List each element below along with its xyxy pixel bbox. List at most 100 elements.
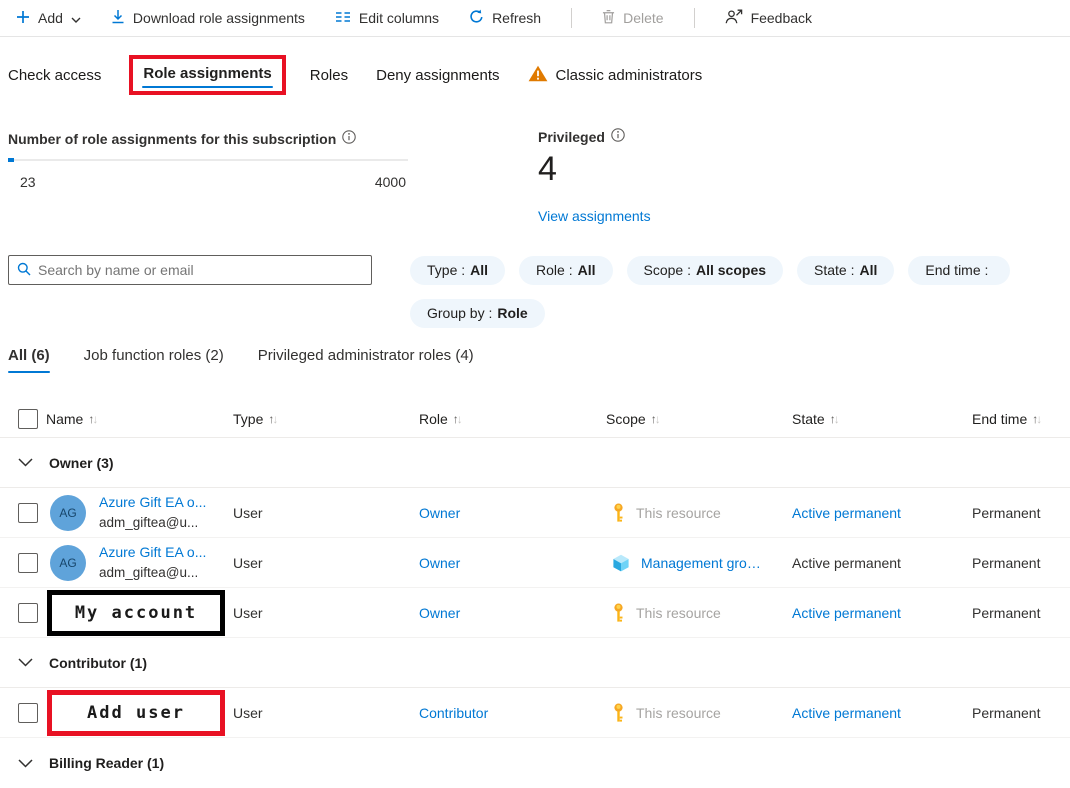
- quota-current: 23: [20, 174, 36, 190]
- toolbar-divider: [694, 8, 695, 28]
- table-row[interactable]: AG Azure Gift EA o... adm_giftea@u... Us…: [0, 488, 1070, 538]
- end-time-cell: Permanent: [972, 605, 1070, 621]
- plus-icon: [16, 10, 30, 27]
- redacted-name-my-account[interactable]: My account: [47, 590, 225, 636]
- role-link[interactable]: Owner: [419, 605, 460, 621]
- search-icon: [17, 262, 31, 279]
- assignment-email: adm_giftea@u...: [99, 513, 206, 533]
- scope-label: This resource: [636, 505, 721, 521]
- assignment-name-link[interactable]: Azure Gift EA o...: [99, 492, 206, 513]
- feedback-icon: [725, 9, 743, 27]
- feedback-button[interactable]: Feedback: [725, 9, 812, 27]
- view-tab-job-function-roles[interactable]: Job function roles (2): [84, 347, 224, 373]
- search-field-wrapper: [8, 255, 372, 285]
- view-tab-privileged-admin-roles[interactable]: Privileged administrator roles (4): [258, 347, 474, 373]
- chevron-down-icon: [18, 759, 33, 768]
- key-icon: [612, 703, 625, 723]
- role-assignments-table: Name↑↓ Type↑↓ Role↑↓ Scope↑↓ State↑↓ End…: [0, 400, 1070, 788]
- scope-label: This resource: [636, 605, 721, 621]
- quota-title: Number of role assignments for this subs…: [8, 131, 336, 147]
- column-header-scope[interactable]: Scope↑↓: [606, 411, 792, 427]
- type-cell: User: [233, 705, 419, 721]
- sort-arrows-icon: ↑↓: [830, 412, 838, 426]
- key-icon: [612, 603, 625, 623]
- redacted-name-add-user[interactable]: Add user: [47, 690, 225, 736]
- tab-role-assignments[interactable]: Role assignments: [143, 65, 271, 82]
- view-assignments-link[interactable]: View assignments: [538, 208, 651, 224]
- assignment-name-link[interactable]: Azure Gift EA o...: [99, 542, 206, 563]
- column-header-end-time[interactable]: End time↑↓: [972, 411, 1070, 427]
- toolbar-divider: [571, 8, 572, 28]
- filter-pill-role[interactable]: Role :All: [519, 256, 612, 285]
- delete-button[interactable]: Delete: [602, 9, 663, 27]
- search-input[interactable]: [38, 262, 363, 278]
- state-link[interactable]: Active permanent: [792, 605, 901, 621]
- warning-triangle-icon: [528, 65, 548, 86]
- filter-pill-row: Type :All Role :All Scope :All scopes St…: [410, 256, 1070, 285]
- column-header-type[interactable]: Type↑↓: [233, 411, 419, 427]
- group-header-contributor[interactable]: Contributor (1): [0, 638, 1070, 688]
- tab-roles[interactable]: Roles: [310, 67, 348, 84]
- tab-check-access[interactable]: Check access: [8, 67, 101, 84]
- role-link[interactable]: Owner: [419, 505, 460, 521]
- state-link[interactable]: Active permanent: [792, 505, 901, 521]
- info-icon[interactable]: [611, 128, 625, 145]
- filter-pill-scope[interactable]: Scope :All scopes: [627, 256, 784, 285]
- sort-arrows-icon: ↑↓: [1032, 412, 1040, 426]
- command-bar: Add Download role assignments Edit colum…: [0, 0, 1070, 37]
- group-header-billing-reader[interactable]: Billing Reader (1): [0, 738, 1070, 788]
- edit-columns-button[interactable]: Edit columns: [335, 10, 439, 26]
- role-assignments-quota-card: Number of role assignments for this subs…: [8, 130, 408, 190]
- quota-max: 4000: [375, 174, 406, 190]
- row-checkbox[interactable]: [18, 703, 38, 723]
- state-link[interactable]: Active permanent: [792, 705, 901, 721]
- group-header-owner[interactable]: Owner (3): [0, 438, 1070, 488]
- type-cell: User: [233, 555, 419, 571]
- progress-fill: [8, 158, 14, 162]
- add-button[interactable]: Add: [16, 10, 81, 27]
- scope-label: This resource: [636, 705, 721, 721]
- tab-deny-assignments[interactable]: Deny assignments: [376, 67, 499, 84]
- download-icon: [111, 9, 125, 27]
- info-icon[interactable]: [342, 130, 356, 147]
- role-link[interactable]: Contributor: [419, 705, 488, 721]
- group-by-pill-row: Group by :Role: [410, 299, 545, 328]
- edit-columns-icon: [335, 10, 351, 26]
- table-header-row: Name↑↓ Type↑↓ Role↑↓ Scope↑↓ State↑↓ End…: [0, 400, 1070, 438]
- end-time-cell: Permanent: [972, 705, 1070, 721]
- assignment-email: adm_giftea@u...: [99, 563, 206, 583]
- table-row[interactable]: AG Azure Gift EA o... adm_giftea@u... Us…: [0, 538, 1070, 588]
- filter-pill-end-time[interactable]: End time :: [908, 256, 1010, 285]
- refresh-icon: [469, 9, 484, 27]
- progress-track: [8, 159, 408, 161]
- filter-pill-type[interactable]: Type :All: [410, 256, 505, 285]
- row-checkbox[interactable]: [18, 603, 38, 623]
- key-icon: [612, 503, 625, 523]
- state-cell: Active permanent: [792, 555, 972, 571]
- sort-arrows-icon: ↑↓: [268, 412, 276, 426]
- refresh-button[interactable]: Refresh: [469, 9, 541, 27]
- type-cell: User: [233, 505, 419, 521]
- table-row[interactable]: Add user User Contributor This resource …: [0, 688, 1070, 738]
- filter-pill-group-by[interactable]: Group by :Role: [410, 299, 545, 328]
- sort-arrows-icon: ↑↓: [88, 412, 96, 426]
- view-tab-all[interactable]: All (6): [8, 347, 50, 373]
- column-header-role[interactable]: Role↑↓: [419, 411, 606, 427]
- privileged-card: Privileged 4 View assignments: [538, 128, 651, 224]
- column-header-name[interactable]: Name↑↓: [46, 411, 233, 427]
- column-header-state[interactable]: State↑↓: [792, 411, 972, 427]
- management-group-icon: [612, 554, 630, 572]
- scope-link[interactable]: Management gro…: [641, 555, 761, 571]
- row-checkbox[interactable]: [18, 553, 38, 573]
- row-checkbox[interactable]: [18, 503, 38, 523]
- table-row[interactable]: My account User Owner This resource Acti…: [0, 588, 1070, 638]
- chevron-down-icon: [18, 458, 33, 467]
- select-all-checkbox[interactable]: [18, 409, 38, 429]
- tab-classic-administrators[interactable]: Classic administrators: [528, 65, 703, 86]
- assignment-view-tabs: All (6) Job function roles (2) Privilege…: [8, 347, 474, 373]
- download-role-assignments-button[interactable]: Download role assignments: [111, 9, 305, 27]
- role-link[interactable]: Owner: [419, 555, 460, 571]
- filter-pill-state[interactable]: State :All: [797, 256, 894, 285]
- tab-role-assignments-highlight-box[interactable]: Role assignments: [129, 55, 285, 95]
- avatar: AG: [50, 545, 86, 581]
